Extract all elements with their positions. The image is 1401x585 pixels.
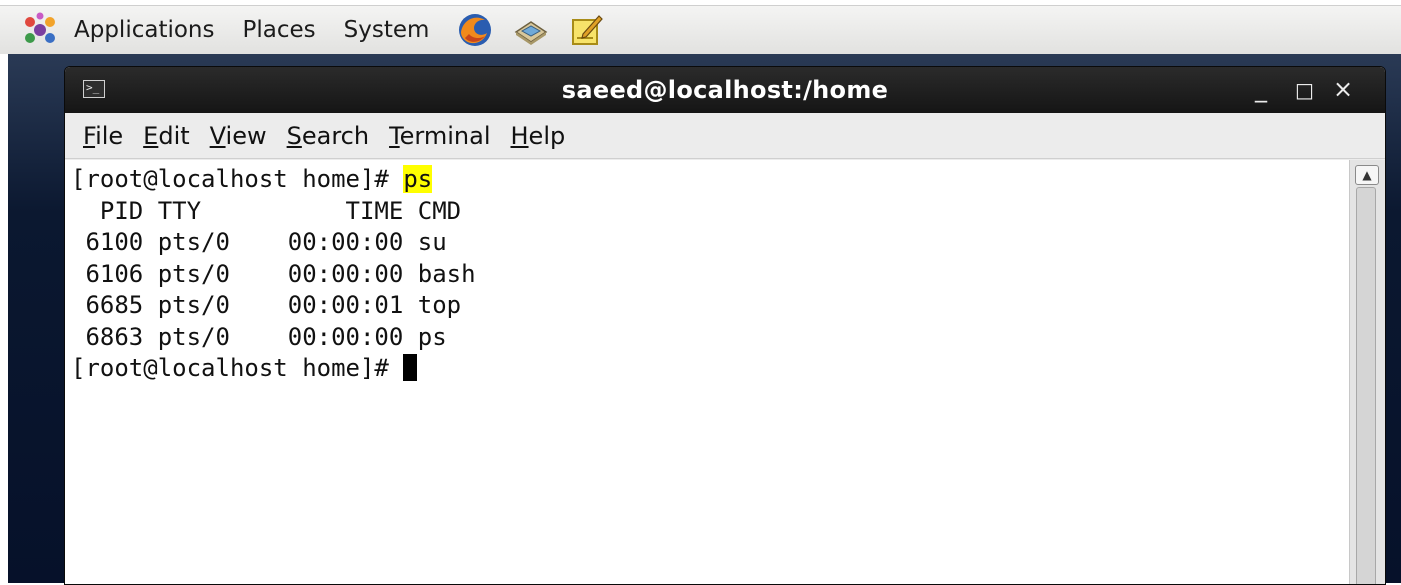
ps-row: 6863 pts/0 00:00:00 ps	[71, 322, 447, 351]
menu-terminal[interactable]: Terminal	[379, 122, 500, 150]
menu-file[interactable]: File	[73, 122, 133, 150]
terminal-window: >_ saeed@localhost:/home _ □ × File Edit…	[64, 66, 1386, 585]
ps-header-line: PID TTY TIME CMD	[71, 196, 462, 225]
menu-mnemonic: F	[83, 121, 96, 150]
ps-row: 6100 pts/0 00:00:00 su	[71, 228, 447, 256]
prompt-line: [root@localhost home]#	[71, 353, 1349, 385]
menu-edit[interactable]: Edit	[133, 122, 199, 150]
prompt-text: [root@localhost home]#	[71, 354, 404, 382]
menu-mnemonic: H	[510, 121, 529, 150]
launcher-group	[457, 12, 605, 48]
gnome-foot-icon[interactable]	[20, 10, 60, 50]
maximize-icon[interactable]: □	[1295, 78, 1314, 102]
window-titlebar[interactable]: >_ saeed@localhost:/home _ □ ×	[65, 67, 1385, 113]
menu-search[interactable]: Search	[277, 122, 379, 150]
applications-menu[interactable]: Applications	[60, 17, 229, 43]
ps-row: 6685 pts/0 00:00:01 top	[71, 291, 462, 319]
minimize-icon[interactable]: _	[1255, 75, 1267, 103]
vertical-scrollbar[interactable]: ▲	[1349, 160, 1385, 584]
network-mail-icon[interactable]	[513, 12, 549, 48]
menu-bar: File Edit View Search Terminal Help	[65, 113, 1385, 159]
firefox-icon[interactable]	[457, 12, 493, 48]
terminal-output[interactable]: [root@localhost home]# ps PID TTY TIME C…	[65, 160, 1349, 584]
text-editor-icon[interactable]	[569, 12, 605, 48]
places-menu[interactable]: Places	[229, 17, 330, 43]
ps-row: 6106 pts/0 00:00:00 bash	[71, 259, 476, 288]
menu-label: erminal	[399, 121, 491, 150]
system-menu[interactable]: System	[330, 17, 444, 43]
menu-label: ile	[95, 121, 124, 150]
menu-view[interactable]: View	[200, 122, 277, 150]
menu-help[interactable]: Help	[501, 122, 576, 150]
close-icon[interactable]: ×	[1333, 75, 1353, 103]
menu-label: dit	[158, 121, 190, 150]
window-title: saeed@localhost:/home	[561, 76, 889, 104]
prompt-text: [root@localhost home]#	[71, 165, 404, 193]
menu-mnemonic: T	[389, 121, 400, 150]
menu-mnemonic: E	[143, 121, 159, 150]
prompt-line: [root@localhost home]# ps	[71, 164, 1349, 196]
top-panel: Applications Places System	[0, 5, 1401, 54]
menu-label: earch	[301, 121, 370, 150]
scroll-up-arrow-icon[interactable]: ▲	[1355, 165, 1379, 185]
command-text: ps	[403, 165, 433, 193]
scrollbar-thumb[interactable]	[1356, 187, 1376, 584]
menu-mnemonic: V	[209, 121, 226, 150]
menu-mnemonic: S	[286, 121, 302, 150]
text-cursor	[403, 354, 418, 381]
menu-label: elp	[528, 121, 566, 150]
menu-label: iew	[225, 121, 267, 150]
